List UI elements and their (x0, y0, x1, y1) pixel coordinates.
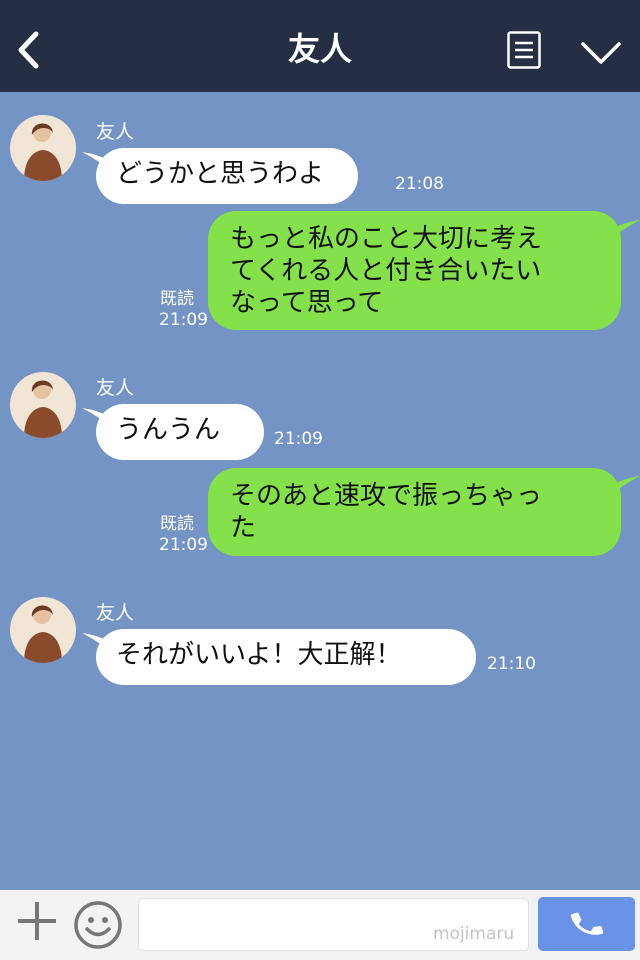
message-text: どうかと思うわよ (116, 159, 325, 189)
message-text: そのあと速攻で振っちゃっ (230, 481, 543, 511)
message-time: 21:10 (487, 654, 536, 674)
call-button[interactable] (538, 897, 635, 951)
message-bubble-incoming: うんうん (96, 404, 264, 460)
message-time: 21:09 (274, 429, 323, 449)
avatar[interactable] (10, 115, 76, 181)
message-time: 21:08 (395, 174, 444, 194)
avatar[interactable] (10, 597, 76, 663)
phone-icon (570, 912, 604, 935)
sender-name: 友人 (96, 121, 135, 143)
avatar[interactable] (10, 372, 76, 438)
message-bubble-incoming: どうかと思うわよ (96, 148, 358, 204)
message-text: それがいいよ！大正解！ (116, 640, 402, 670)
message-bubble-outgoing: そのあと速攻で振っちゃっ た (208, 468, 621, 556)
plus-icon[interactable] (16, 900, 58, 942)
message-input[interactable] (138, 898, 529, 951)
sender-name: 友人 (96, 377, 135, 399)
message-bubble-outgoing: もっと私のこと大切に考え てくれる人と付き合いたい なって思って (208, 211, 621, 330)
chevron-down-icon[interactable] (580, 40, 622, 66)
message-time: 21:09 (159, 310, 208, 330)
sender-name: 友人 (96, 602, 135, 624)
menu-icon[interactable] (507, 31, 541, 69)
emoji-icon[interactable] (73, 900, 123, 950)
read-receipt: 既読 (160, 514, 194, 534)
message-text: た (230, 513, 257, 543)
message-text: もっと私のこと大切に考え (230, 224, 543, 254)
message-text: うんうん (116, 415, 221, 445)
message-bubble-incoming: それがいいよ！大正解！ (96, 629, 476, 685)
message-text: なって思って (230, 288, 384, 318)
chat-header: 友人 (0, 0, 640, 92)
message-time: 21:09 (159, 535, 208, 555)
message-text: てくれる人と付き合いたい (230, 256, 542, 286)
chat-title: 友人 (287, 30, 352, 68)
read-receipt: 既読 (160, 289, 194, 309)
